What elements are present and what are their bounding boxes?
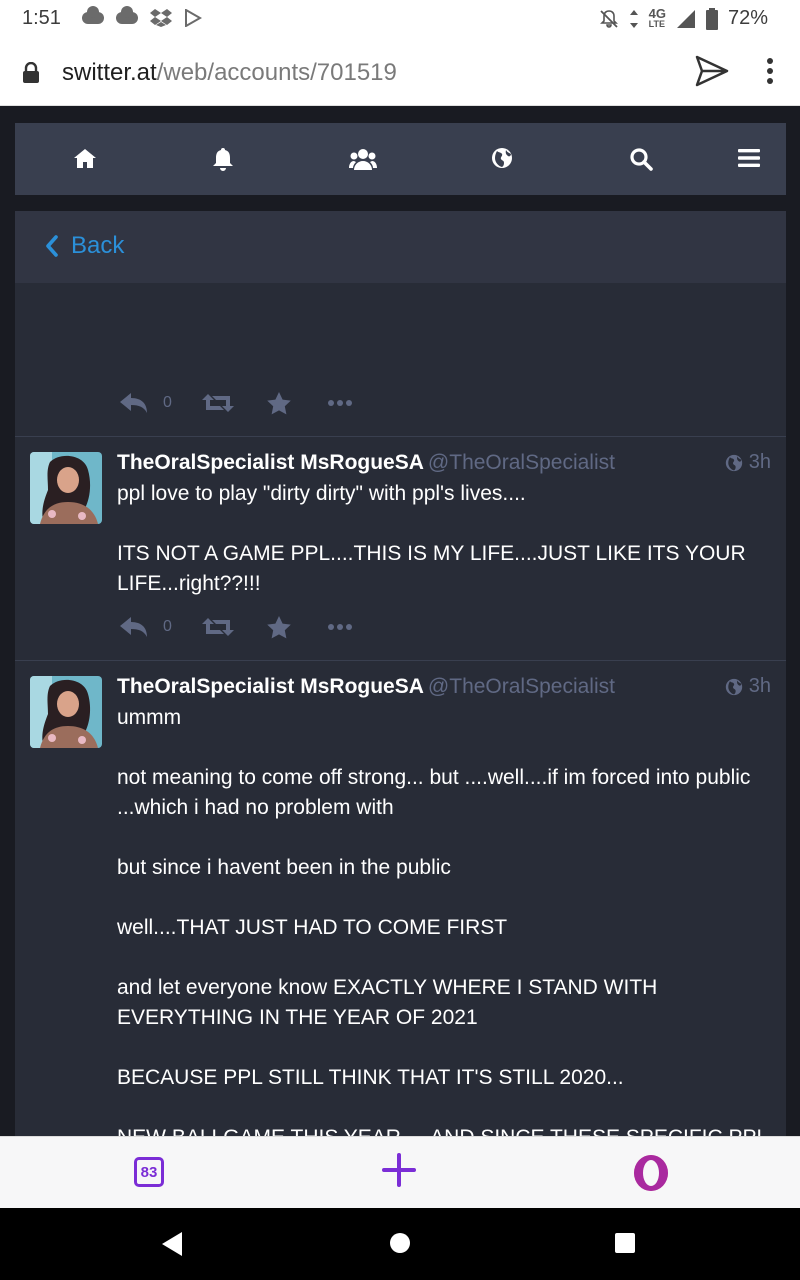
reply-count: 0 xyxy=(163,394,172,411)
back-label: Back xyxy=(71,232,125,259)
opera-menu-icon[interactable] xyxy=(632,1153,670,1193)
status-paragraph: well....THAT JUST HAD TO COME FIRST xyxy=(117,916,508,939)
url-path: /web/accounts/701519 xyxy=(156,59,397,86)
more-horiz-icon[interactable] xyxy=(327,399,352,407)
clock: 1:51 xyxy=(22,7,61,29)
browser-bottom-bar: 83 xyxy=(0,1136,800,1208)
status-paragraph: ummm xyxy=(117,706,182,729)
status-paragraph: not meaning to come off strong... but ..… xyxy=(117,766,751,819)
status-paragraph: BECAUSE PPL STILL THINK THAT IT'S STILL … xyxy=(117,1066,624,1089)
prev-status-actions: 0 xyxy=(119,391,352,415)
account-handle: @TheOralSpecialist xyxy=(427,451,615,474)
data-arrows-icon xyxy=(629,9,638,28)
android-nav-bar xyxy=(0,1208,800,1280)
new-tab-plus-icon[interactable] xyxy=(382,1153,416,1187)
home-circle-icon[interactable] xyxy=(389,1232,411,1254)
lock-icon xyxy=(23,62,39,83)
reply-count: 0 xyxy=(163,618,172,635)
dropbox-icon xyxy=(150,9,172,27)
android-status-bar: 1:51 4G LTE 72% xyxy=(0,0,800,38)
system-indicators: 4G LTE 72% xyxy=(599,7,768,30)
federated-globe-icon[interactable] xyxy=(491,147,513,169)
avatar-image xyxy=(30,676,102,748)
reply-button[interactable]: 0 xyxy=(119,616,172,638)
tabs-count: 83 xyxy=(140,1163,158,1181)
column-back-bar: Back xyxy=(15,211,786,283)
display-name: TheOralSpecialist MsRogueSA xyxy=(117,675,424,698)
account-handle: @TheOralSpecialist xyxy=(427,675,615,698)
battery-percent: 72% xyxy=(727,7,768,29)
notification-icons xyxy=(82,6,202,27)
status-card[interactable]: TheOralSpecialist MsRogueSA @TheOralSpeci… xyxy=(15,660,786,1136)
cloud-icon xyxy=(82,6,104,24)
status-paragraph: ppl love to play "dirty dirty" with ppl'… xyxy=(117,482,526,505)
status-paragraph: ITS NOT A GAME PPL....THIS IS MY LIFE...… xyxy=(117,542,746,595)
battery-icon xyxy=(705,7,718,30)
notifications-bell-icon[interactable] xyxy=(211,147,235,171)
send-icon[interactable] xyxy=(694,54,730,88)
network-type: 4G LTE xyxy=(648,5,666,29)
recents-square-icon[interactable] xyxy=(614,1232,636,1254)
display-name: TheOralSpecialist MsRogueSA xyxy=(117,451,424,474)
browser-url-bar: switter.at/web/accounts/701519 xyxy=(0,38,800,106)
more-horiz-icon[interactable] xyxy=(327,623,352,631)
status-content: ummm not meaning to come off strong... b… xyxy=(117,703,772,1136)
status-paragraph: NEW BALLGAME THIS YEAR,....AND SINCE THE… xyxy=(117,1123,772,1136)
status-author[interactable]: TheOralSpecialist MsRogueSA @TheOralSpeci… xyxy=(117,675,615,699)
account-column: Back 0 TheOralSpecialist MsRogueSA @TheO… xyxy=(15,211,786,1136)
relative-time: 3h xyxy=(748,675,771,697)
status-time[interactable]: 3h xyxy=(725,451,771,474)
favourite-star-icon[interactable] xyxy=(266,391,292,415)
play-store-icon xyxy=(185,9,202,27)
status-time[interactable]: 3h xyxy=(725,675,771,698)
back-button[interactable]: Back xyxy=(45,232,124,260)
top-navigation xyxy=(15,123,786,195)
status-paragraph: but since i havent been in the public xyxy=(117,856,451,879)
tabs-button[interactable]: 83 xyxy=(134,1157,164,1187)
boost-icon[interactable] xyxy=(201,392,234,414)
status-card[interactable]: TheOralSpecialist MsRogueSA @TheOralSpeci… xyxy=(15,436,786,660)
menu-icon[interactable] xyxy=(737,147,761,169)
avatar[interactable] xyxy=(30,452,102,524)
web-content: Back 0 TheOralSpecialist MsRogueSA @TheO… xyxy=(0,106,800,1136)
public-globe-icon xyxy=(725,678,742,695)
relative-time: 3h xyxy=(748,451,771,473)
url-field[interactable]: switter.at/web/accounts/701519 xyxy=(62,59,397,87)
chevron-left-icon xyxy=(46,235,58,257)
reply-icon xyxy=(120,617,147,637)
reply-button[interactable]: 0 xyxy=(119,392,172,414)
status-paragraph: and let everyone know EXACTLY WHERE I ST… xyxy=(117,976,658,1029)
url-host: switter.at xyxy=(62,59,157,86)
avatar-image xyxy=(30,452,102,524)
more-vert-icon[interactable] xyxy=(765,56,775,86)
status-content: ppl love to play "dirty dirty" with ppl'… xyxy=(117,479,772,629)
signal-icon xyxy=(676,9,695,28)
public-globe-icon xyxy=(725,454,742,471)
favourite-star-icon[interactable] xyxy=(266,615,292,639)
cloud-icon xyxy=(116,6,138,24)
reply-icon xyxy=(120,393,147,413)
avatar[interactable] xyxy=(30,676,102,748)
home-icon[interactable] xyxy=(73,147,97,169)
back-triangle-icon[interactable] xyxy=(160,1231,184,1257)
mute-icon xyxy=(599,9,618,28)
local-timeline-people-icon[interactable] xyxy=(349,147,377,171)
status-author[interactable]: TheOralSpecialist MsRogueSA @TheOralSpeci… xyxy=(117,451,615,475)
boost-icon[interactable] xyxy=(201,616,234,638)
status-actions: 0 xyxy=(119,615,352,639)
search-icon[interactable] xyxy=(629,147,653,171)
